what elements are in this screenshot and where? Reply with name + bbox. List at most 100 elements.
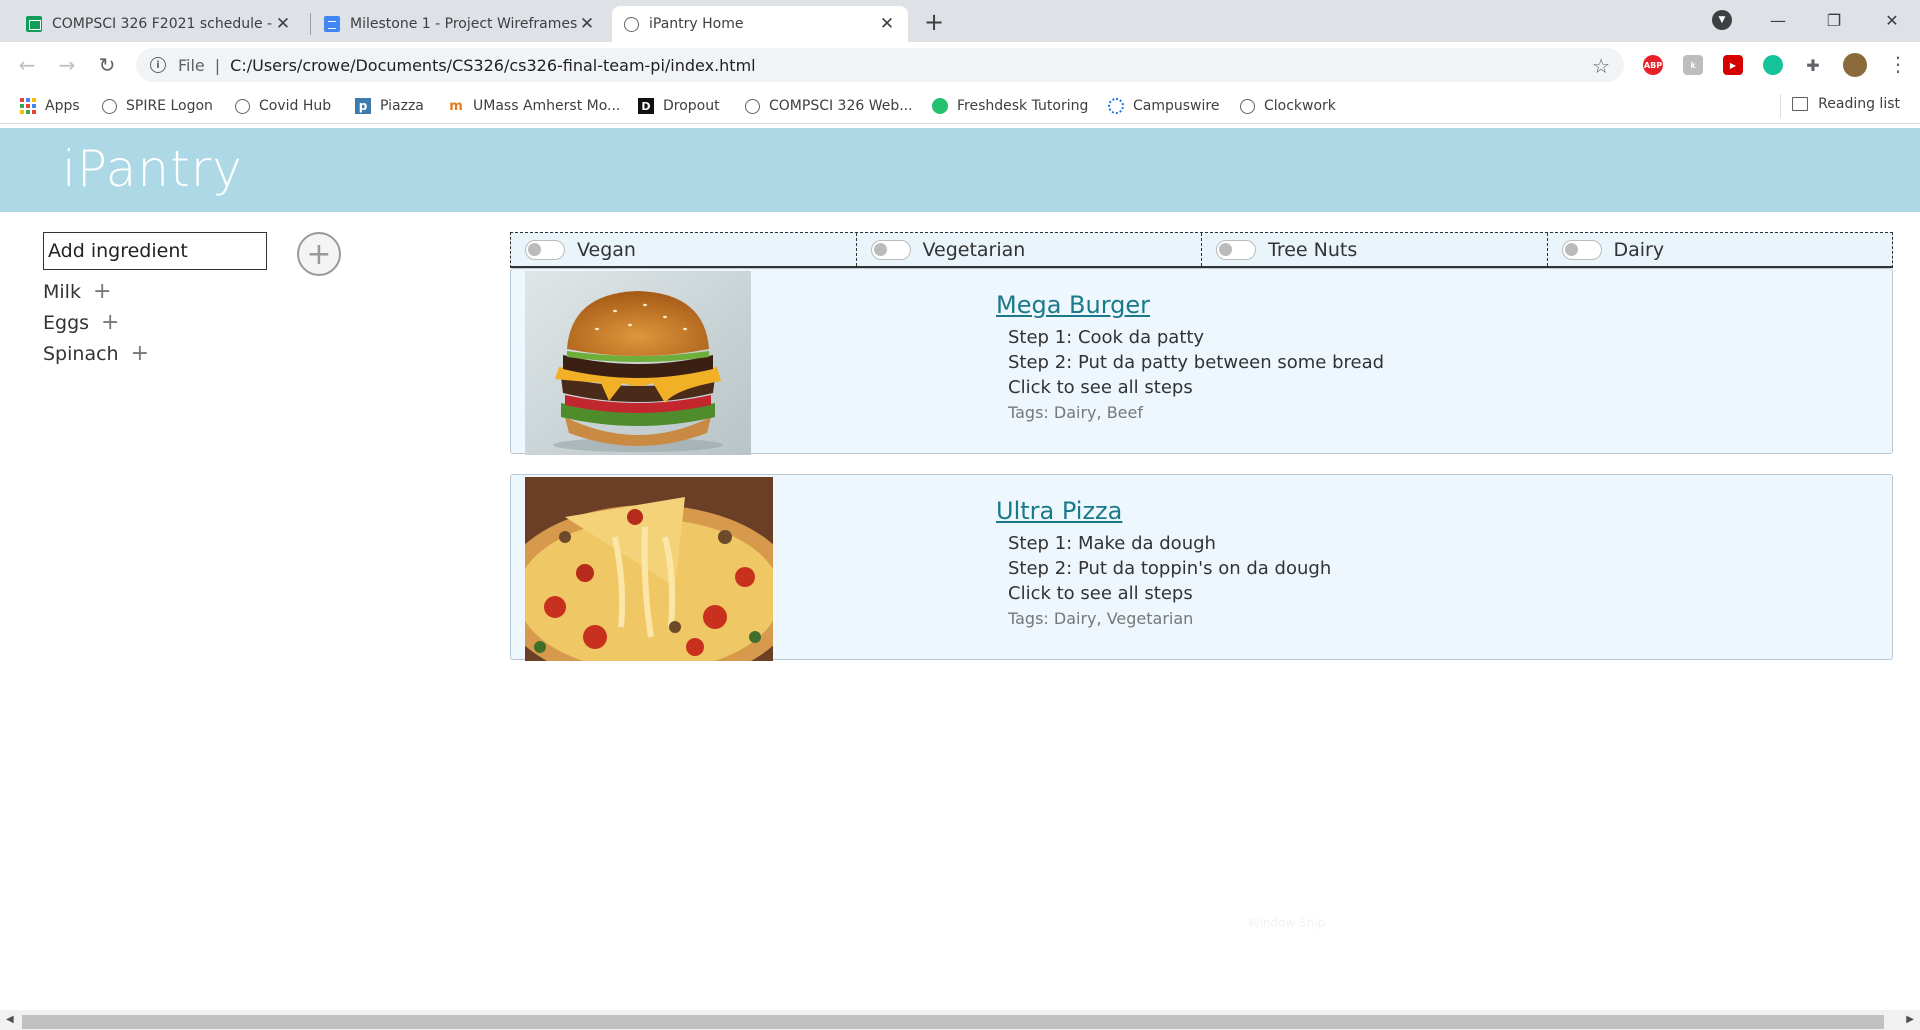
bookmark-spire[interactable]: SPIRE Logon <box>102 96 213 116</box>
recipe-step: Step 2: Put da patty between some bread <box>1008 352 1385 373</box>
address-divider: | <box>214 55 221 75</box>
filter-dairy[interactable]: Dairy <box>1548 233 1893 266</box>
address-url[interactable]: C:/Users/crowe/Documents/CS326/cs326-fin… <box>230 56 755 75</box>
close-icon[interactable]: ✕ <box>578 14 596 34</box>
bookmark-covid-hub[interactable]: Covid Hub <box>235 96 331 116</box>
globe-icon <box>1240 98 1255 114</box>
address-bar[interactable]: i File | C:/Users/crowe/Documents/CS326/… <box>136 48 1624 82</box>
recipe-step: Step 1: Cook da patty <box>1008 327 1205 348</box>
bookmarks-divider <box>1780 94 1781 118</box>
bookmark-star-icon[interactable]: ☆ <box>1592 54 1610 78</box>
puzzle-extensions-icon[interactable]: ✚ <box>1803 55 1823 75</box>
toggle-switch[interactable] <box>525 239 565 260</box>
recipe-main: Vegan Vegetarian Tree Nuts Dairy Mega Bu… <box>510 232 1893 661</box>
filter-bar: Vegan Vegetarian Tree Nuts Dairy <box>510 232 1893 268</box>
info-icon[interactable]: i <box>150 57 166 73</box>
recipe-body: Mega Burger Step 1: Cook da patty Step 2… <box>996 291 1384 425</box>
forward-arrow-icon[interactable]: → <box>52 50 82 80</box>
scrollbar-thumb[interactable] <box>22 1015 1884 1029</box>
scroll-right-arrow-icon[interactable]: ▶ <box>1906 1014 1914 1025</box>
youtube-ext-icon[interactable]: ▶ <box>1723 55 1743 75</box>
recipe-step: Step 2: Put da toppin's on da dough <box>1008 558 1332 579</box>
globe-icon <box>624 16 639 32</box>
globe-icon <box>235 98 250 114</box>
tab-search-icon[interactable]: ▼ <box>1712 10 1732 30</box>
horizontal-scrollbar[interactable]: ◀ ▶ <box>0 1010 1920 1030</box>
tab-separator <box>310 13 311 35</box>
toggle-switch[interactable] <box>1216 239 1256 260</box>
restore-icon[interactable]: ❐ <box>1806 0 1862 40</box>
bookmark-compsci-326[interactable]: COMPSCI 326 Web... <box>745 96 913 116</box>
tab-ipantry[interactable]: iPantry Home ✕ <box>612 6 908 42</box>
new-tab-button[interactable]: + <box>920 8 948 36</box>
recipe-card[interactable]: Ultra Pizza Step 1: Make da dough Step 2… <box>510 474 1893 661</box>
adblock-icon[interactable]: ABP <box>1643 55 1663 75</box>
bookmark-label: Freshdesk Tutoring <box>957 98 1089 114</box>
recipe-card[interactable]: Mega Burger Step 1: Cook da patty Step 2… <box>510 268 1893 455</box>
bookmark-umass[interactable]: m UMass Amherst Mo... <box>448 96 620 116</box>
piazza-icon: p <box>355 98 371 114</box>
add-ingredient-button[interactable]: + <box>297 232 341 276</box>
recipe-step: Step 1: Make da dough <box>1008 533 1216 554</box>
toggle-switch[interactable] <box>870 239 911 260</box>
ingredient-label: Eggs <box>43 311 90 334</box>
tab-title: COMPSCI 326 F2021 schedule - G <box>52 16 274 32</box>
recipe-tags: Tags: Dairy, Beef <box>1008 403 1143 422</box>
tab-milestone[interactable]: Milestone 1 - Project Wireframes ✕ <box>312 6 608 42</box>
close-icon[interactable]: ✕ <box>274 14 292 34</box>
tab-schedule[interactable]: COMPSCI 326 F2021 schedule - G ✕ <box>14 6 304 42</box>
bookmark-label: COMPSCI 326 Web... <box>769 98 913 114</box>
bookmark-label: Campuswire <box>1133 98 1220 114</box>
filter-label: Vegetarian <box>922 238 1026 261</box>
profile-avatar[interactable] <box>1843 53 1867 77</box>
reading-list-button[interactable]: Reading list <box>1792 96 1900 112</box>
bookmark-apps[interactable]: Apps <box>20 96 80 116</box>
recipe-title-link[interactable]: Mega Burger <box>996 291 1150 319</box>
scroll-left-arrow-icon[interactable]: ◀ <box>6 1014 14 1025</box>
extension-k-icon[interactable]: k <box>1683 55 1703 75</box>
bookmarks-bar: Apps SPIRE Logon Covid Hub p Piazza m UM… <box>0 88 1920 124</box>
filter-vegetarian[interactable]: Vegetarian <box>857 233 1202 266</box>
campuswire-icon <box>1108 98 1124 114</box>
globe-icon <box>102 98 117 114</box>
bookmark-freshdesk[interactable]: Freshdesk Tutoring <box>932 96 1088 116</box>
back-arrow-icon[interactable]: ← <box>12 50 42 80</box>
see-all-steps-link[interactable]: Click to see all steps <box>1008 581 1331 606</box>
see-all-steps-link[interactable]: Click to see all steps <box>1008 375 1384 400</box>
bookmark-label: UMass Amherst Mo... <box>473 98 621 114</box>
menu-kebab-icon[interactable]: ⋮ <box>1888 52 1908 76</box>
plus-icon[interactable]: + <box>131 341 149 366</box>
ingredient-item: Milk + <box>43 276 463 307</box>
filter-label: Vegan <box>577 238 636 261</box>
sheets-icon <box>26 16 42 32</box>
reading-list-label: Reading list <box>1818 96 1900 112</box>
bookmark-label: Piazza <box>380 98 424 114</box>
bookmark-label: SPIRE Logon <box>126 98 213 114</box>
window-close-icon[interactable]: ✕ <box>1864 0 1920 40</box>
bookmark-piazza[interactable]: p Piazza <box>355 96 424 116</box>
toggle-switch[interactable] <box>1561 239 1602 260</box>
bookmark-campuswire[interactable]: Campuswire <box>1108 96 1219 116</box>
add-ingredient-input[interactable] <box>43 232 267 270</box>
grammarly-icon[interactable] <box>1763 55 1783 75</box>
plus-icon[interactable]: + <box>93 279 111 304</box>
minimize-icon[interactable]: — <box>1750 0 1806 40</box>
bookmark-clockwork[interactable]: Clockwork <box>1240 96 1336 116</box>
filter-vegan[interactable]: Vegan <box>511 233 857 266</box>
window-snip-watermark: Window Snip <box>1248 916 1326 930</box>
ingredient-sidebar: + Milk + Eggs + Spinach + <box>43 232 463 369</box>
browser-toolbar: ← → ↻ i File | C:/Users/crowe/Documents/… <box>0 42 1920 88</box>
bookmark-label: Clockwork <box>1264 98 1336 114</box>
apps-grid-icon <box>20 98 36 114</box>
umass-icon: m <box>449 98 463 114</box>
bookmark-dropout[interactable]: D Dropout <box>638 96 720 116</box>
address-scheme: File <box>178 55 205 75</box>
freshdesk-icon <box>932 98 948 114</box>
pizza-image <box>525 477 773 661</box>
reload-icon[interactable]: ↻ <box>92 50 122 80</box>
ingredient-list: Milk + Eggs + Spinach + <box>43 276 463 369</box>
plus-icon[interactable]: + <box>101 310 119 335</box>
recipe-title-link[interactable]: Ultra Pizza <box>996 497 1122 525</box>
close-icon[interactable]: ✕ <box>878 14 896 34</box>
filter-tree-nuts[interactable]: Tree Nuts <box>1202 233 1548 266</box>
